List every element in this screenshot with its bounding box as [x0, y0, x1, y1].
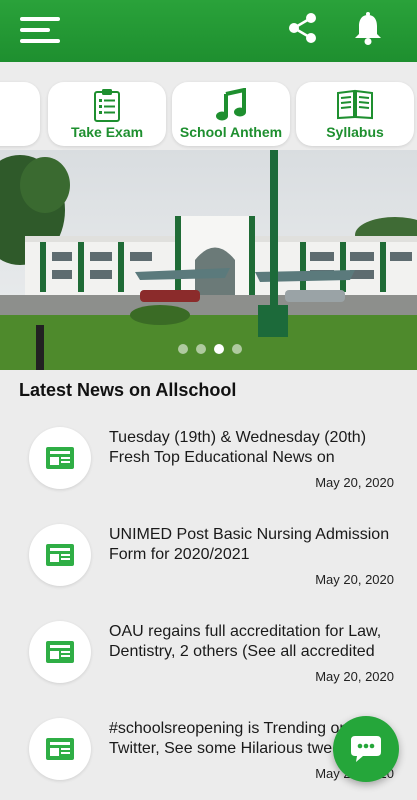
- shortcut-carousel: Take Exam School Anthem Syllabus: [0, 62, 417, 152]
- news-date: May 20, 2020: [315, 572, 394, 587]
- newspaper-icon: [29, 621, 91, 683]
- news-headline[interactable]: UNIMED Post Basic Nursing Admission Form…: [109, 525, 399, 565]
- shortcut-syllabus[interactable]: Syllabus: [296, 82, 414, 146]
- news-section-title: Latest News on Allschool: [19, 380, 237, 400]
- carousel-dot[interactable]: [232, 344, 242, 354]
- bell-icon[interactable]: [352, 12, 384, 46]
- banner-image[interactable]: [0, 150, 417, 370]
- share-icon[interactable]: [287, 12, 319, 44]
- shortcut-school-anthem[interactable]: School Anthem: [172, 82, 290, 146]
- chat-icon: [351, 736, 381, 762]
- app-bar: [0, 0, 417, 62]
- news-item[interactable]: UNIMED Post Basic Nursing Admission Form…: [10, 509, 407, 606]
- carousel-dot-active[interactable]: [214, 344, 224, 354]
- unknown-icon: [0, 88, 40, 122]
- newspaper-icon: [29, 718, 91, 780]
- news-item[interactable]: OAU regains full accreditation for Law, …: [10, 606, 407, 703]
- shortcut-label: School Anthem: [179, 124, 283, 140]
- book-icon: [296, 88, 414, 122]
- news-headline[interactable]: Tuesday (19th) & Wednesday (20th) Fresh …: [109, 428, 399, 468]
- newspaper-icon: [29, 524, 91, 586]
- news-date: May 20, 2020: [315, 475, 394, 490]
- chat-button[interactable]: [333, 716, 399, 782]
- menu-icon[interactable]: [20, 14, 64, 46]
- carousel-dot[interactable]: [178, 344, 188, 354]
- newspaper-icon: [29, 427, 91, 489]
- news-headline[interactable]: OAU regains full accreditation for Law, …: [109, 622, 399, 662]
- clipboard-icon: [48, 88, 166, 122]
- shortcut-label: Syllabus: [326, 124, 384, 140]
- news-date: May 20, 2020: [315, 669, 394, 684]
- carousel-dot[interactable]: [196, 344, 206, 354]
- news-item[interactable]: Tuesday (19th) & Wednesday (20th) Fresh …: [10, 412, 407, 509]
- shortcut-take-exam[interactable]: Take Exam: [48, 82, 166, 146]
- shortcut-label: Take Exam: [70, 124, 144, 140]
- shortcut-card-partial[interactable]: [0, 82, 40, 146]
- music-note-icon: [172, 88, 290, 122]
- carousel-indicator[interactable]: [178, 344, 242, 354]
